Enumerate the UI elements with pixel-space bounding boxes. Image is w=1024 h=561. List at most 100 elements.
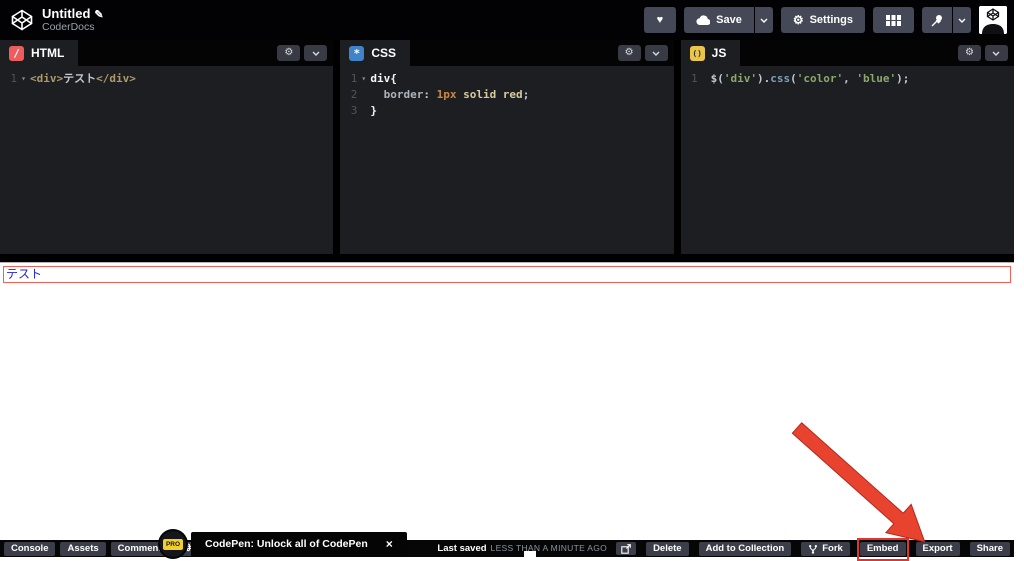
- code-line[interactable]: 1 $('div').css('color', 'blue');: [681, 71, 1014, 87]
- html-panel-header: / HTML ⚙: [0, 40, 333, 66]
- tab-js-label: JS: [712, 46, 727, 60]
- code-token: 1px: [437, 88, 457, 101]
- pen-title-block: Untitled✎ CoderDocs: [42, 7, 104, 34]
- code-token: 'color': [797, 72, 843, 85]
- code-text: }: [370, 103, 377, 119]
- save-button[interactable]: Save: [684, 7, 754, 33]
- code-token: :: [423, 88, 436, 101]
- gear-icon: ⚙: [793, 14, 804, 26]
- code-text: $('div').css('color', 'blue');: [711, 71, 910, 87]
- code-token: 'div': [724, 72, 757, 85]
- code-text: div{: [370, 71, 397, 87]
- code-text: border: 1px solid red;: [370, 87, 529, 103]
- html-collapse-button[interactable]: [304, 45, 327, 61]
- editor-preview-resize-handle[interactable]: [0, 254, 1014, 262]
- codepen-editor-app: Untitled✎ CoderDocs ♥ Save: [0, 0, 1014, 557]
- embed-button-wrap: Embed: [860, 542, 906, 556]
- save-dropdown-button[interactable]: [755, 7, 773, 33]
- css-panel-header: * CSS ⚙: [340, 40, 673, 66]
- code-text: <div>テスト</div>: [30, 71, 136, 87]
- pin-button[interactable]: [922, 7, 952, 33]
- tab-html[interactable]: / HTML: [0, 40, 78, 66]
- code-token: ).: [757, 72, 770, 85]
- css-settings-button[interactable]: ⚙: [618, 45, 641, 61]
- line-number: 2: [340, 87, 357, 103]
- line-number: 1: [340, 71, 357, 87]
- code-token: solid red: [456, 88, 522, 101]
- add-to-collection-button[interactable]: Add to Collection: [699, 542, 792, 556]
- settings-button[interactable]: ⚙ Settings: [781, 7, 865, 33]
- chevron-down-icon: [958, 18, 966, 23]
- html-lang-icon: /: [9, 46, 24, 61]
- close-icon[interactable]: ×: [386, 538, 393, 550]
- pro-badge[interactable]: PRO: [160, 531, 186, 557]
- pin-icon: [931, 14, 943, 27]
- code-token: border: [384, 88, 424, 101]
- code-token: <div>: [30, 72, 63, 85]
- code-line[interactable]: 3 }: [340, 103, 673, 119]
- line-number: 1: [0, 71, 17, 87]
- code-token: 'blue': [856, 72, 896, 85]
- line-number: 3: [340, 103, 357, 119]
- avatar[interactable]: [979, 6, 1007, 34]
- export-button[interactable]: Export: [916, 542, 960, 556]
- code-fold-icon[interactable]: ▾: [17, 71, 30, 87]
- open-live-view-button[interactable]: [616, 542, 636, 555]
- fork-button[interactable]: Fork: [801, 542, 850, 556]
- code-fold-spacer: [357, 87, 370, 103]
- editor-panels: / HTML ⚙ 1▾<div>テスト</div> *: [0, 40, 1014, 254]
- code-line[interactable]: 1▾<div>テスト</div>: [0, 71, 333, 87]
- cloud-icon: [696, 15, 710, 25]
- css-editor-panel: * CSS ⚙ 1▾div{2 border: 1px solid red;3 …: [340, 40, 673, 254]
- code-token: css: [770, 72, 790, 85]
- css-collapse-button[interactable]: [645, 45, 668, 61]
- pro-badge-label: PRO: [163, 539, 183, 550]
- code-fold-icon[interactable]: ▾: [357, 71, 370, 87]
- code-token: $(: [711, 72, 724, 85]
- delete-button[interactable]: Delete: [646, 542, 689, 556]
- chevron-down-icon: [992, 51, 1000, 56]
- header-actions: ♥ Save ⚙ Settings: [636, 6, 1007, 34]
- line-number: 1: [681, 71, 698, 87]
- like-button[interactable]: ♥: [644, 7, 677, 33]
- code-token: );: [896, 72, 909, 85]
- codepen-logo-icon[interactable]: [10, 8, 34, 32]
- html-settings-button[interactable]: ⚙: [277, 45, 300, 61]
- share-button[interactable]: Share: [970, 542, 1010, 556]
- tab-html-label: HTML: [31, 46, 64, 60]
- css-lang-icon: *: [349, 46, 364, 61]
- pin-dropdown-button[interactable]: [953, 7, 971, 33]
- screenshot: Untitled✎ CoderDocs ♥ Save: [0, 0, 1024, 561]
- code-token: (: [790, 72, 797, 85]
- assets-button[interactable]: Assets: [60, 542, 105, 556]
- code-token: }: [370, 104, 377, 117]
- pen-title[interactable]: Untitled✎: [42, 7, 104, 22]
- code-line[interactable]: 1▾div{: [340, 71, 673, 87]
- console-drag-handle[interactable]: [524, 551, 536, 557]
- avatar-image: [979, 6, 1007, 34]
- pro-banner: PRO CodePen: Unlock all of CodePen ×: [160, 531, 407, 557]
- edit-title-icon[interactable]: ✎: [94, 9, 103, 21]
- embed-button[interactable]: Embed: [860, 542, 906, 556]
- code-fold-spacer: [698, 71, 711, 87]
- css-code-editor[interactable]: 1▾div{2 border: 1px solid red;3 }: [340, 66, 673, 254]
- js-panel-header: () JS ⚙: [681, 40, 1014, 66]
- result-preview-iframe[interactable]: テスト: [0, 262, 1014, 540]
- console-button[interactable]: Console: [4, 542, 55, 556]
- layout-grid-icon: [886, 15, 901, 26]
- js-settings-button[interactable]: ⚙: [958, 45, 981, 61]
- code-token: </div>: [96, 72, 136, 85]
- code-token: div{: [370, 72, 397, 85]
- js-code-editor[interactable]: 1 $('div').css('color', 'blue');: [681, 66, 1014, 254]
- code-line[interactable]: 2 border: 1px solid red;: [340, 87, 673, 103]
- chevron-down-icon: [652, 51, 660, 56]
- header-bar: Untitled✎ CoderDocs ♥ Save: [0, 0, 1014, 40]
- change-view-button[interactable]: [873, 7, 914, 33]
- tab-js[interactable]: () JS: [681, 40, 741, 66]
- tab-css[interactable]: * CSS: [340, 40, 410, 66]
- gear-icon: ⚙: [625, 48, 634, 58]
- js-collapse-button[interactable]: [985, 45, 1008, 61]
- pen-author[interactable]: CoderDocs: [42, 21, 104, 33]
- chevron-down-icon: [312, 51, 320, 56]
- html-code-editor[interactable]: 1▾<div>テスト</div>: [0, 66, 333, 254]
